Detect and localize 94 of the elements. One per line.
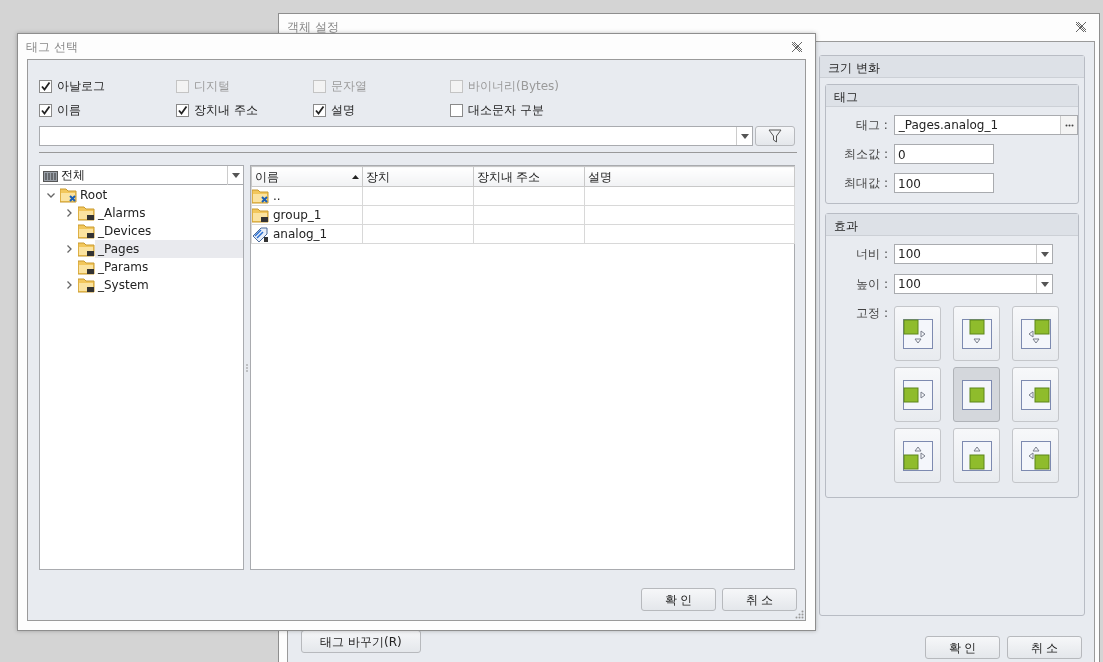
checkbox-label: 설명: [331, 102, 355, 119]
anchor-button[interactable]: [894, 367, 941, 422]
window-title: 태그 선택: [25, 39, 79, 56]
close-icon[interactable]: [791, 41, 803, 53]
column-header[interactable]: 이름: [251, 166, 363, 187]
anchor-icon: [961, 379, 992, 410]
folder-icon: [78, 277, 95, 293]
checkbox[interactable]: [176, 103, 189, 117]
checkbox-label: 디지털: [194, 78, 230, 95]
combo-field[interactable]: 100: [894, 274, 1053, 294]
cancel-button[interactable]: 취 소: [1007, 636, 1082, 659]
folder-icon: [78, 241, 95, 257]
column-header[interactable]: 설명: [584, 166, 795, 187]
panel-title: 크기 변화: [820, 56, 1084, 78]
checkbox-label: 대소문자 구분: [468, 102, 544, 119]
checkbox-label: 아날로그: [57, 78, 105, 95]
anchor-button[interactable]: [1012, 306, 1059, 361]
caret-icon: [1040, 281, 1049, 287]
sort-icon: [351, 174, 359, 179]
checkbox[interactable]: [39, 79, 52, 93]
tag-icon: [252, 226, 269, 242]
column-header[interactable]: 장치: [362, 166, 474, 187]
anchor-button[interactable]: [1012, 367, 1059, 422]
field-label: 최대값 :: [843, 175, 888, 192]
anchor-icon: [902, 318, 933, 349]
replace-tag-button[interactable]: 태그 바꾸기(R): [301, 630, 421, 653]
ellipsis-icon: [1064, 123, 1074, 127]
scope-dropdown[interactable]: 전체: [40, 166, 244, 185]
checkbox[interactable]: [39, 103, 52, 117]
anchor-button[interactable]: [894, 306, 941, 361]
tree-item[interactable]: Root: [77, 186, 244, 204]
server-icon: [43, 168, 58, 182]
anchor-button[interactable]: [953, 367, 1000, 422]
expand-icon[interactable]: [66, 245, 72, 253]
checkbox-label: 문자열: [331, 78, 367, 95]
checkbox-label: 장치내 주소: [194, 102, 258, 119]
tree-item[interactable]: _Alarms: [95, 204, 244, 222]
anchor-button[interactable]: [953, 428, 1000, 483]
checkbox[interactable]: [313, 103, 326, 117]
expand-icon[interactable]: [66, 281, 72, 289]
checkbox[interactable]: [450, 103, 463, 117]
checkbox-label: 이름: [57, 102, 81, 119]
table-cell[interactable]: analog_1: [251, 224, 363, 244]
ok-button[interactable]: 확 인: [925, 636, 1000, 659]
folder-icon: [252, 188, 269, 204]
search-field[interactable]: [39, 126, 754, 146]
browse-button[interactable]: [1060, 116, 1077, 134]
field-label: 너비 :: [855, 246, 888, 263]
caret-icon: [1040, 251, 1049, 257]
anchor-icon: [1020, 379, 1051, 410]
folder-icon: [78, 259, 95, 275]
anchor-icon: [902, 379, 933, 410]
tag-field[interactable]: _Pages.analog_1: [893, 115, 1078, 135]
caret-icon: [740, 133, 749, 139]
input-field[interactable]: 0: [894, 144, 994, 164]
resize-grip[interactable]: [795, 610, 804, 619]
combo-field[interactable]: 100: [894, 244, 1053, 264]
anchor-button[interactable]: [953, 306, 1000, 361]
filter-button[interactable]: [755, 126, 795, 146]
cancel-button[interactable]: 취 소: [722, 588, 797, 611]
tree-item[interactable]: _Pages: [95, 240, 244, 258]
collapse-icon[interactable]: [47, 192, 55, 198]
folder-icon: [60, 187, 77, 203]
filter-icon: [768, 129, 783, 143]
splitter-handle[interactable]: [246, 363, 249, 372]
checkbox-label: 바이너리(Bytes): [468, 78, 560, 95]
field-label: 태그 :: [854, 117, 888, 134]
table-cell[interactable]: ..: [251, 186, 363, 206]
field-label: 고정 :: [855, 305, 888, 322]
anchor-icon: [1020, 440, 1051, 471]
anchor-icon: [961, 440, 992, 471]
tree-item[interactable]: _Devices: [95, 222, 244, 240]
group-title: 효과: [826, 214, 1078, 236]
tree-item[interactable]: _System: [95, 276, 244, 294]
caret-icon: [231, 172, 240, 178]
anchor-icon: [1020, 318, 1051, 349]
anchor-button[interactable]: [1012, 428, 1059, 483]
anchor-button[interactable]: [894, 428, 941, 483]
field-label: 높이 :: [855, 276, 888, 293]
field-label: 최소값 :: [843, 146, 888, 163]
close-icon[interactable]: [1075, 21, 1087, 33]
folder-icon: [78, 205, 95, 221]
window-title: 객체 설정: [286, 19, 340, 36]
ok-button[interactable]: 확 인: [641, 588, 716, 611]
folder-icon: [252, 207, 269, 223]
input-field[interactable]: 100: [894, 173, 994, 193]
expand-icon[interactable]: [66, 209, 72, 217]
group-title: 태그: [826, 85, 1078, 107]
column-header[interactable]: 장치내 주소: [473, 166, 584, 187]
folder-icon: [78, 223, 95, 239]
tree-item[interactable]: _Params: [95, 258, 244, 276]
table-cell[interactable]: group_1: [251, 205, 363, 225]
anchor-icon: [961, 318, 992, 349]
anchor-icon: [902, 440, 933, 471]
